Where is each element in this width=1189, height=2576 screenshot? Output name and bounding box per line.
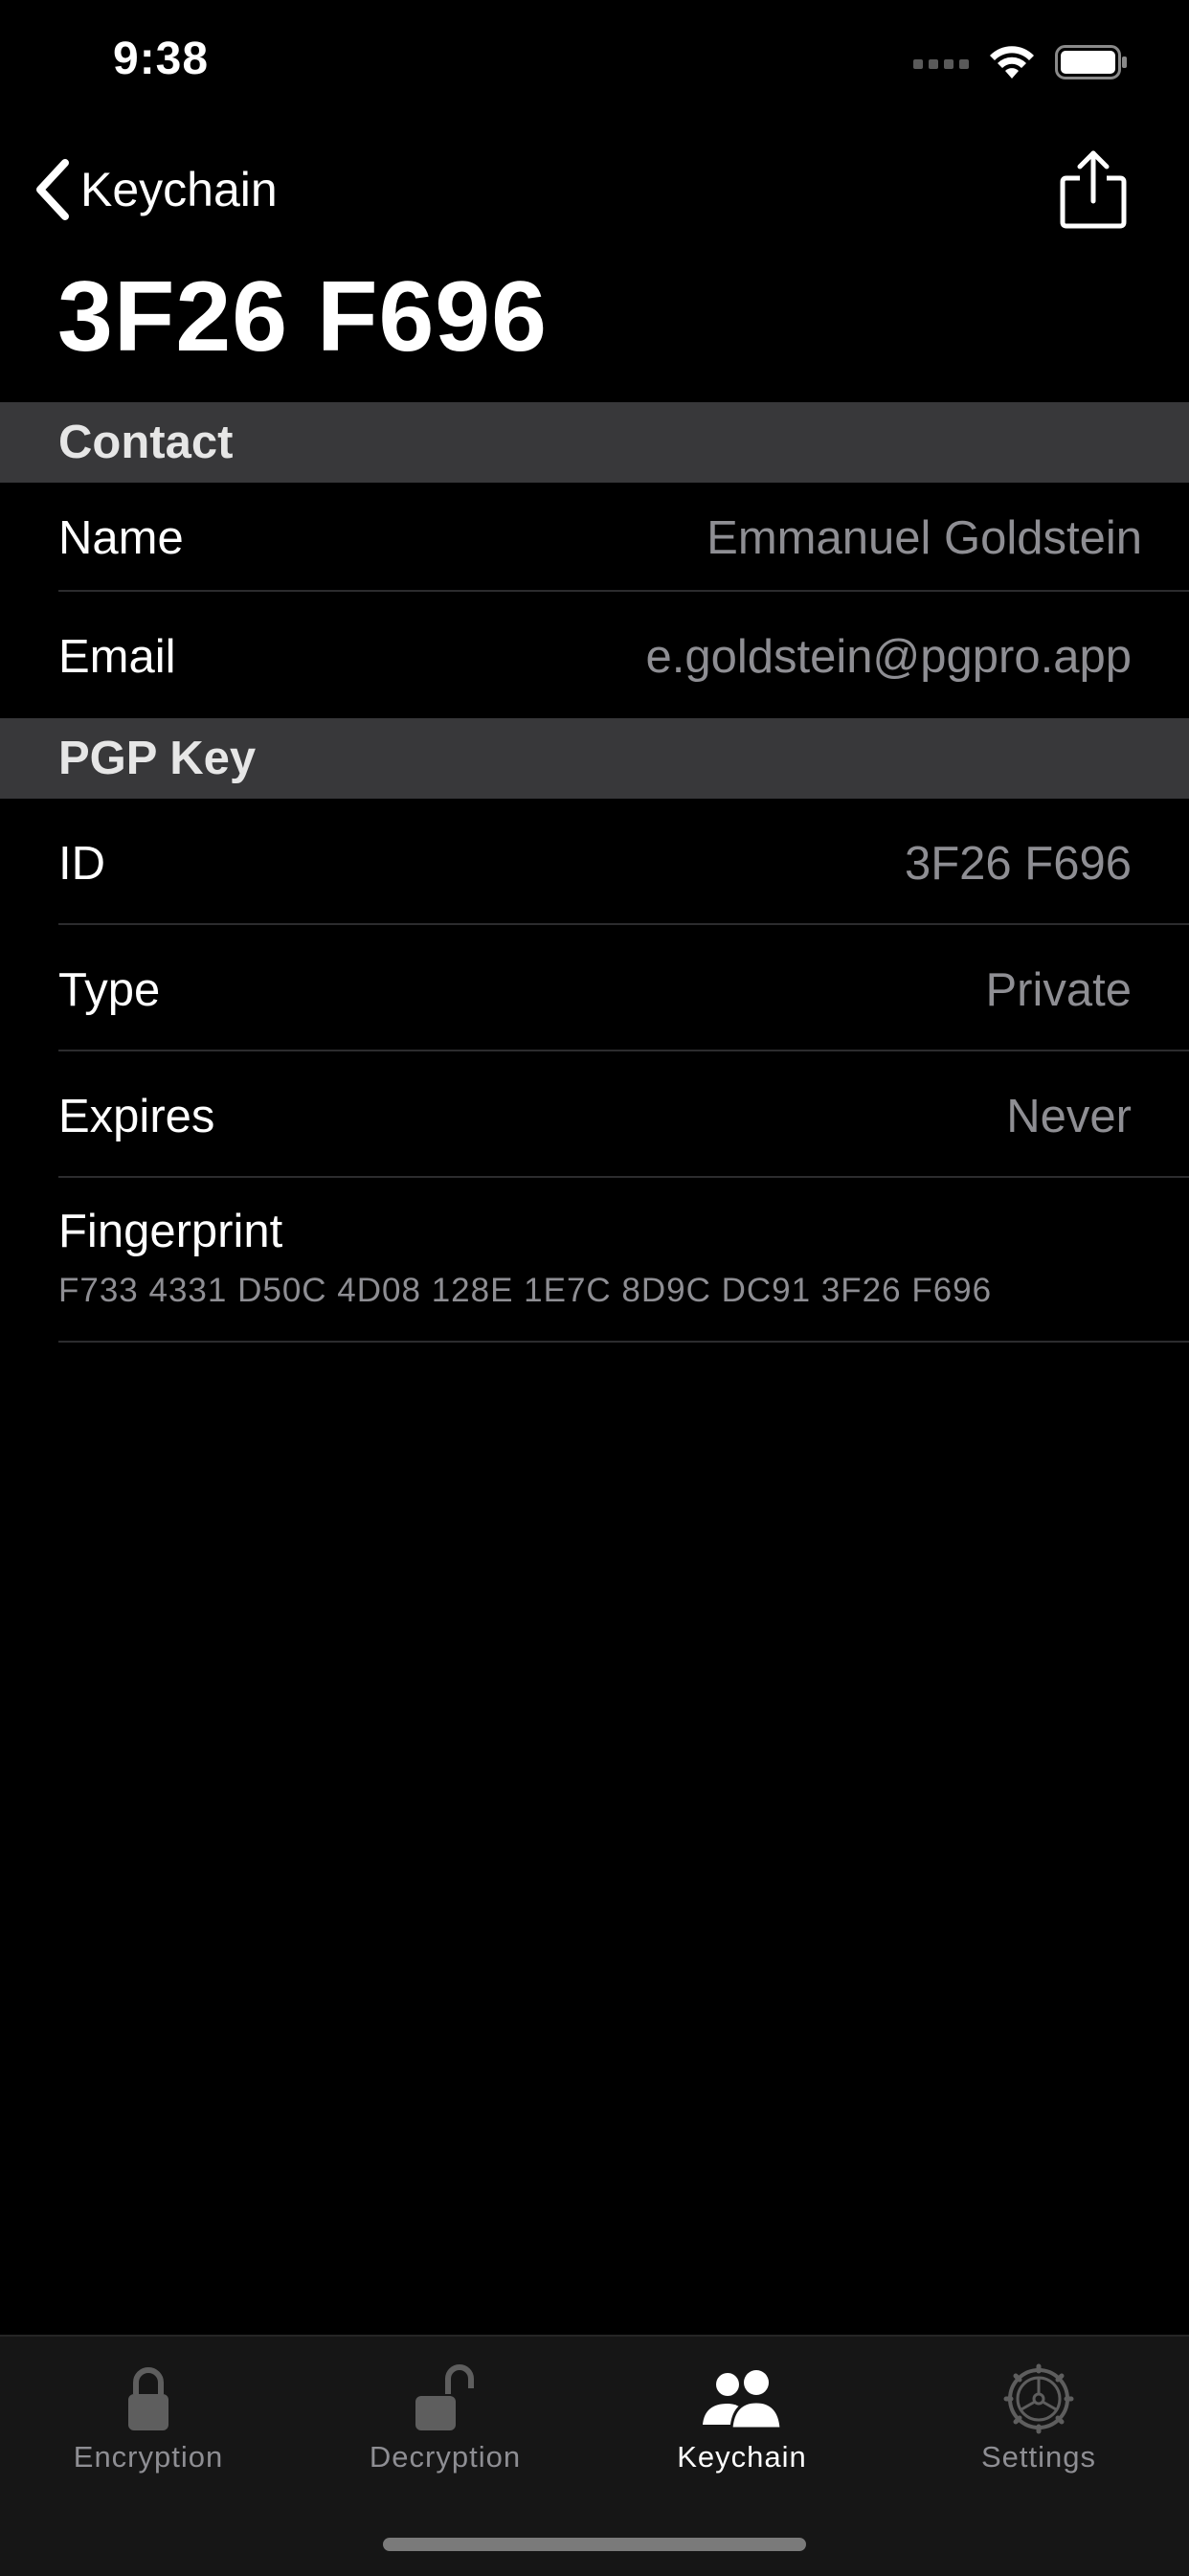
signal-icon xyxy=(913,59,969,69)
id-value: 3F26 F696 xyxy=(905,838,1132,890)
tab-settings[interactable]: Settings xyxy=(890,2337,1187,2499)
back-button[interactable]: Keychain xyxy=(34,153,278,226)
wifi-icon xyxy=(990,46,1034,79)
share-button[interactable] xyxy=(1055,149,1132,230)
tab-encryption[interactable]: Encryption xyxy=(0,2337,297,2499)
tab-keychain[interactable]: Keychain xyxy=(594,2337,890,2499)
section-header-contact: Contact xyxy=(0,402,1189,483)
contact-email-row[interactable]: Email e.goldstein@pgpro.app xyxy=(58,592,1189,718)
page-title: 3F26 F696 xyxy=(57,261,548,373)
email-value: e.goldstein@pgpro.app xyxy=(645,631,1132,683)
status-time: 9:38 xyxy=(113,34,210,84)
people-icon xyxy=(703,2370,783,2430)
status-icons xyxy=(913,44,1128,80)
type-label: Type xyxy=(58,964,161,1016)
chevron-left-icon xyxy=(36,159,69,220)
tab-decryption-label: Decryption xyxy=(369,2440,522,2474)
status-bar: 9:38 xyxy=(0,0,1189,126)
contact-name-row[interactable]: Name Emmanuel Goldstein xyxy=(58,483,1189,592)
back-button-label: Keychain xyxy=(80,163,278,216)
home-indicator xyxy=(383,2538,806,2551)
tab-settings-label: Settings xyxy=(980,2440,1096,2474)
lock-icon xyxy=(128,2367,168,2430)
id-label: ID xyxy=(58,838,105,890)
name-label: Name xyxy=(58,512,184,564)
tab-encryption-label: Encryption xyxy=(73,2440,224,2474)
key-fingerprint-row[interactable]: Fingerprint F733 4331 D50C 4D08 128E 1E7… xyxy=(58,1178,1189,1343)
email-label: Email xyxy=(58,631,176,683)
expires-label: Expires xyxy=(58,1091,215,1142)
key-expires-row[interactable]: Expires Never xyxy=(58,1051,1189,1178)
expires-value: Never xyxy=(1006,1091,1132,1142)
fingerprint-value: F733 4331 D50C 4D08 128E 1E7C 8D9C DC91 … xyxy=(58,1272,993,1309)
share-icon xyxy=(1060,150,1127,229)
name-value: Emmanuel Goldstein xyxy=(707,512,1142,564)
battery-icon xyxy=(1055,45,1127,79)
gear-icon xyxy=(1003,2363,1074,2434)
type-value: Private xyxy=(985,964,1132,1016)
section-header-pgp-key: PGP Key xyxy=(0,718,1189,799)
key-type-row[interactable]: Type Private xyxy=(58,925,1189,1051)
key-id-row[interactable]: ID 3F26 F696 xyxy=(58,799,1189,925)
tab-keychain-label: Keychain xyxy=(677,2440,807,2474)
fingerprint-label: Fingerprint xyxy=(58,1206,283,1257)
tab-decryption[interactable]: Decryption xyxy=(297,2337,594,2499)
unlock-icon xyxy=(415,2364,474,2430)
